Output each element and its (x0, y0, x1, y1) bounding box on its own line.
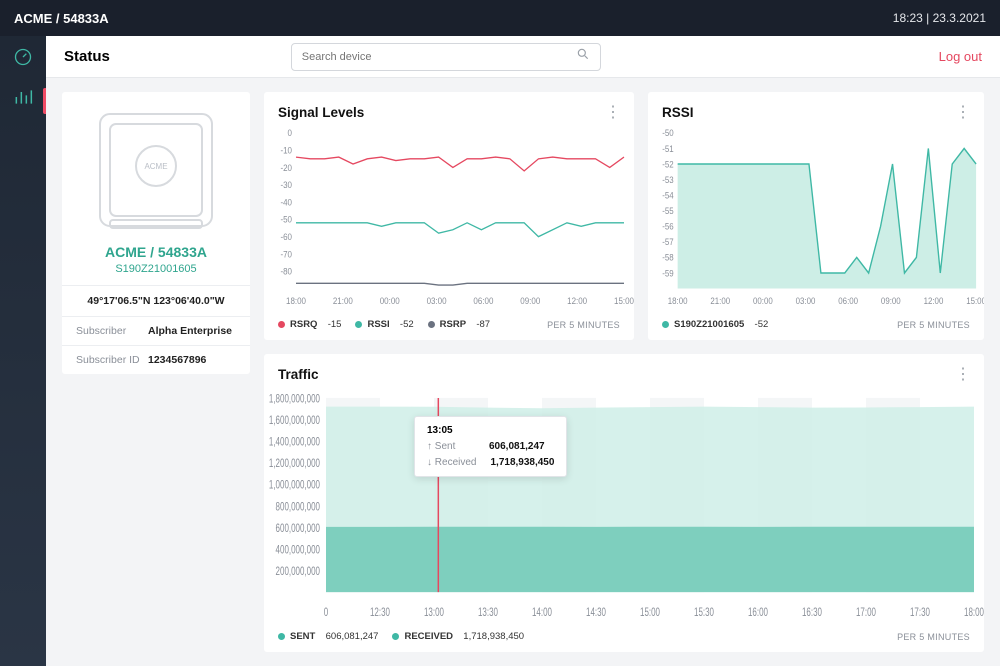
svg-text:00:00: 00:00 (380, 296, 400, 307)
svg-text:12:30: 12:30 (370, 607, 390, 620)
svg-text:-55: -55 (662, 206, 674, 217)
more-icon[interactable]: ⋮ (955, 102, 970, 122)
svg-text:-52: -52 (662, 159, 674, 170)
svg-text:00:00: 00:00 (753, 296, 773, 307)
svg-text:400,000,000: 400,000,000 (276, 544, 321, 557)
rssi-card: RSSI ⋮ -50 -51 -52 -53 -54 -55 -56 -57 -58 -59 18:… (648, 92, 984, 340)
more-icon[interactable]: ⋮ (955, 364, 970, 384)
svg-text:14:00: 14:00 (532, 607, 552, 620)
signal-legend: RSRQ -15RSSI -52RSRP -87PER 5 MINUTES (264, 313, 634, 340)
svg-text:16:00: 16:00 (748, 607, 768, 620)
traffic-tooltip: 13:05 ↑ Sent606,081,247 ↓ Received1,718,… (414, 416, 567, 477)
search-input-wrap[interactable] (291, 43, 601, 71)
svg-text:-70: -70 (280, 249, 292, 260)
svg-text:-10: -10 (280, 145, 292, 156)
device-serial: S190Z21001605 (74, 263, 238, 275)
svg-text:800,000,000: 800,000,000 (276, 501, 321, 514)
traffic-card: Traffic ⋮ 200,000,000 400,000,000 600,000,… (264, 354, 984, 652)
svg-text:18:00: 18:00 (964, 607, 984, 620)
svg-text:0: 0 (324, 607, 329, 620)
topbar: ACME / 54833A 18:23 | 23.3.2021 (0, 0, 1000, 36)
svg-text:15:00: 15:00 (640, 607, 660, 620)
device-coords: 49°17'06.5"N 123°06'40.0"W (62, 285, 250, 316)
more-icon[interactable]: ⋮ (605, 102, 620, 122)
svg-text:03:00: 03:00 (427, 296, 447, 307)
traffic-title: Traffic (278, 367, 319, 382)
svg-text:-50: -50 (662, 128, 674, 139)
svg-text:200,000,000: 200,000,000 (276, 566, 321, 579)
dashboard-icon[interactable] (12, 46, 34, 68)
svg-text:21:00: 21:00 (333, 296, 353, 307)
svg-text:-57: -57 (662, 237, 674, 248)
clock: 18:23 | 23.3.2021 (893, 11, 986, 25)
svg-text:21:00: 21:00 (710, 296, 730, 307)
device-logo-label: ACME (144, 162, 167, 171)
traffic-legend: SENT 606,081,247RECEIVED 1,718,938,450PE… (264, 625, 984, 652)
signal-chart: 0 -10 -20 -30 -40 -50 -60 -70 -80 18:00 21:00 00:00… (264, 124, 634, 313)
breadcrumb: ACME / 54833A (14, 11, 109, 26)
svg-text:16:30: 16:30 (802, 607, 822, 620)
svg-text:12:00: 12:00 (567, 296, 587, 307)
svg-text:14:30: 14:30 (586, 607, 606, 620)
svg-text:-59: -59 (662, 268, 674, 279)
svg-text:-53: -53 (662, 174, 674, 185)
svg-text:-60: -60 (280, 232, 292, 243)
svg-text:17:00: 17:00 (856, 607, 876, 620)
svg-text:600,000,000: 600,000,000 (276, 522, 321, 535)
svg-text:12:00: 12:00 (924, 296, 944, 307)
search-icon (576, 47, 590, 66)
page-title: Status (64, 48, 110, 65)
svg-text:06:00: 06:00 (473, 296, 493, 307)
kv-subscriber-id: Subscriber ID 1234567896 (62, 345, 250, 374)
svg-text:06:00: 06:00 (838, 296, 858, 307)
logout-link[interactable]: Log out (939, 49, 982, 64)
svg-text:03:00: 03:00 (796, 296, 816, 307)
stats-icon[interactable] (12, 86, 34, 108)
svg-text:1,800,000,000: 1,800,000,000 (269, 393, 320, 406)
svg-text:-50: -50 (280, 214, 292, 225)
svg-text:-30: -30 (280, 180, 292, 191)
svg-text:09:00: 09:00 (520, 296, 540, 307)
svg-text:15:30: 15:30 (694, 607, 714, 620)
svg-text:17:30: 17:30 (910, 607, 930, 620)
svg-text:-40: -40 (280, 197, 292, 208)
sidebar (0, 36, 46, 666)
rssi-title: RSSI (662, 105, 694, 120)
svg-text:-56: -56 (662, 221, 674, 232)
svg-text:-58: -58 (662, 252, 674, 263)
traffic-chart: 200,000,000 400,000,000 600,000,000 800,000… (264, 386, 984, 625)
svg-text:1,600,000,000: 1,600,000,000 (269, 415, 320, 428)
signal-title: Signal Levels (278, 105, 364, 120)
svg-text:18:00: 18:00 (668, 296, 688, 307)
svg-text:-20: -20 (280, 162, 292, 173)
device-card: ACME ACME / 54833A S190Z21001605 49°17'0… (62, 92, 250, 374)
rssi-legend: S190Z21001605 -52PER 5 MINUTES (648, 313, 984, 340)
page: Status Log out ACME (46, 36, 1000, 666)
svg-text:13:30: 13:30 (478, 607, 498, 620)
svg-text:15:00: 15:00 (614, 296, 634, 307)
kv-subscriber: Subscriber Alpha Enterprise (62, 316, 250, 345)
svg-text:-80: -80 (280, 266, 292, 277)
svg-text:13:00: 13:00 (424, 607, 444, 620)
svg-text:18:00: 18:00 (286, 296, 306, 307)
svg-text:1,400,000,000: 1,400,000,000 (269, 436, 320, 449)
svg-text:1,000,000,000: 1,000,000,000 (269, 479, 320, 492)
signal-levels-card: Signal Levels ⋮ 0 -10 -20 -30 -40 -50 -60 -70 -8… (264, 92, 634, 340)
device-name: ACME / 54833A (74, 244, 238, 260)
svg-text:09:00: 09:00 (881, 296, 901, 307)
svg-text:-54: -54 (662, 190, 674, 201)
svg-text:15:00: 15:00 (966, 296, 984, 307)
svg-text:0: 0 (288, 128, 293, 139)
svg-text:1,200,000,000: 1,200,000,000 (269, 458, 320, 471)
device-image: ACME (92, 106, 220, 234)
rssi-chart: -50 -51 -52 -53 -54 -55 -56 -57 -58 -59 18:00 21:00… (648, 124, 984, 313)
page-header: Status Log out (46, 36, 1000, 78)
search-input[interactable] (302, 51, 576, 63)
svg-text:-51: -51 (662, 143, 674, 154)
